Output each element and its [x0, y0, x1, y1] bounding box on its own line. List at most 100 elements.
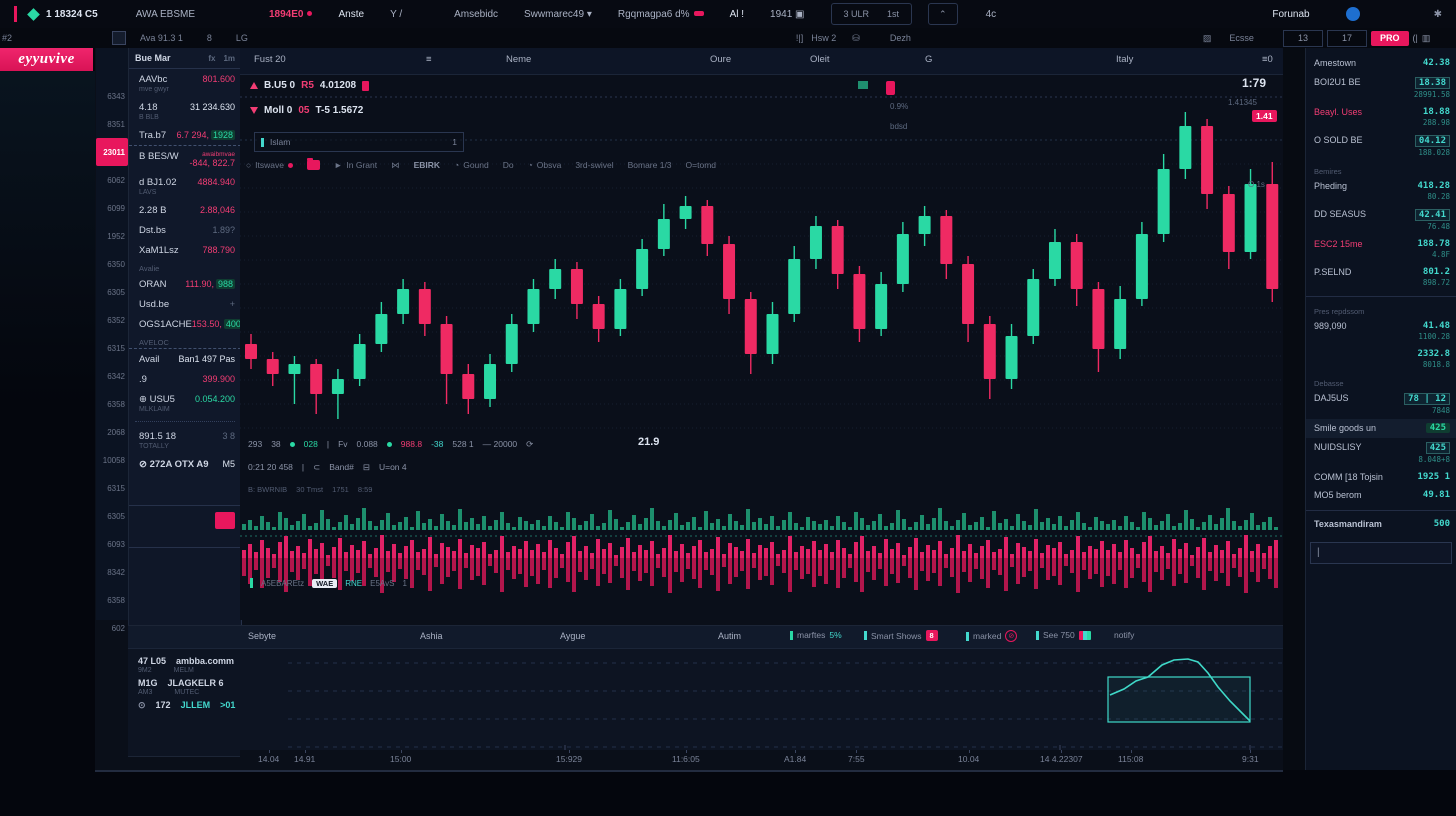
ladder-value[interactable]: 6305	[96, 502, 128, 530]
watchlist-row[interactable]: ORAN111.90,988	[129, 274, 241, 294]
sidebar-row[interactable]: 989,09041.481100.28	[1314, 317, 1450, 345]
watchlist-row[interactable]: B BES/Wawaibmvae-844, 822.7	[129, 145, 241, 172]
positions-tab[interactable]: Smart Shows8	[864, 630, 938, 641]
watchlist-row[interactable]: ⊘ 272A OTX A9M5	[129, 454, 241, 474]
chart-tool[interactable]: 3rd-swivel	[575, 160, 613, 170]
sidebar-input[interactable]: |	[1310, 542, 1452, 564]
hist-label[interactable]: Hsw 2	[811, 33, 836, 43]
bracket-icon[interactable]: (|	[1413, 33, 1418, 43]
ladder-value[interactable]: 6093	[96, 530, 128, 558]
ladder-value[interactable]: 6342	[96, 362, 128, 390]
indicator-legend-2[interactable]: 0:21 20 458|⊂Band#⊟U=on 4	[248, 459, 407, 475]
sidebar-row[interactable]: BOI2U1 BE18.3828991.58	[1314, 73, 1450, 103]
menu-item-3[interactable]: Amsebidc	[454, 9, 498, 20]
sidebar-row[interactable]: P.SELND801.2898.72	[1314, 263, 1450, 291]
equity-chart[interactable]	[288, 649, 1283, 752]
watchlist-row[interactable]: 891.5 18TOTALLY3 8	[129, 426, 241, 454]
ladder-value[interactable]: 6315	[96, 474, 128, 502]
ladder-value[interactable]: 8351	[96, 110, 128, 138]
search-box[interactable]: 3 ULR1st	[831, 3, 913, 25]
watchlist-row[interactable]: Dst.bs1.89?	[129, 220, 241, 240]
chart-header-item[interactable]: Oleit	[810, 54, 830, 65]
sidebar-row[interactable]: MO5 berom49.81	[1314, 486, 1450, 505]
chart-header-item[interactable]: G	[925, 54, 932, 65]
watchlist-row[interactable]: d BJ1.02LAVS4884.940	[129, 172, 241, 200]
user-menu[interactable]: Forunab	[1272, 9, 1309, 20]
buy-row[interactable]: B.U5 0 R5 4.01208	[250, 80, 369, 91]
disk-icon[interactable]: ⛁	[852, 33, 860, 44]
ladder-value[interactable]: 6315	[96, 334, 128, 362]
watchlist-row[interactable]: OGS1ACHE153.50,400	[129, 314, 241, 334]
brand-logo[interactable]: eyyuvive	[0, 48, 93, 71]
watchlist-filter-fx[interactable]: fx	[208, 54, 215, 63]
layout-icon[interactable]: ▥	[1422, 33, 1431, 44]
watchlist-row[interactable]: 4.18B BLB31 234.630	[129, 97, 241, 125]
ladder-value[interactable]: 6062	[96, 166, 128, 194]
hist-icon[interactable]: !|]	[796, 33, 803, 43]
chart-tool[interactable]: EBIRK	[414, 160, 440, 170]
sell-button[interactable]	[215, 512, 235, 529]
sidebar-row[interactable]: O SOLD BE04.12188.028	[1314, 131, 1450, 161]
sidebar-row[interactable]: NUIDSLISY4258.048+8	[1314, 438, 1450, 468]
positions-tab[interactable]: marftes5%	[790, 630, 842, 640]
ladder-value[interactable]: 10058	[96, 446, 128, 474]
menu-item-7[interactable]: 1941 ▣	[770, 9, 804, 20]
chart-tool[interactable]: ◔Gound	[454, 160, 489, 170]
ladder-value[interactable]: 6358	[96, 586, 128, 614]
menu-item-5[interactable]: Rgqmagpa6 d%	[618, 9, 704, 20]
ladder-value[interactable]: 6352	[96, 306, 128, 334]
chart-header-item[interactable]: Italy	[1116, 54, 1133, 65]
ladder-value[interactable]: 6350	[96, 250, 128, 278]
positions-tab[interactable]: notify	[1114, 630, 1134, 640]
watchlist-row[interactable]: Tra.b76.7 294,1928	[129, 125, 241, 145]
positions-tab[interactable]: marked⊘	[966, 630, 1017, 642]
chart-header-item[interactable]: ≡	[426, 54, 432, 65]
menu-item-2[interactable]: Y /	[390, 9, 402, 20]
ladder-value[interactable]: 6358	[96, 390, 128, 418]
sidebar-row[interactable]: 2332.88018.8	[1314, 345, 1450, 373]
sidebar-row[interactable]: COMM [18 Tojsin1925 1	[1314, 468, 1450, 487]
chart-tool[interactable]: O=tomd	[686, 160, 716, 170]
globe-icon[interactable]	[1346, 7, 1360, 21]
sidebar-row[interactable]: Amestown42.38	[1314, 54, 1450, 73]
sidebar-row[interactable]: Texasmandiram500	[1314, 515, 1450, 534]
chart-header-item[interactable]: ≡0	[1262, 54, 1273, 65]
sidebar-row[interactable]: Pheding418.2880.28	[1314, 177, 1450, 205]
indicator-legend-1[interactable]: 29338028|Fv0.088988.8-38528 1— 20000⟳	[248, 436, 1268, 452]
watchlist-row[interactable]: AAVbcmve gwyr801.600	[129, 69, 241, 97]
sidebar-row[interactable]: DAJ5US78 | 127848	[1314, 389, 1450, 419]
chart-header-item[interactable]: Fust 20	[254, 54, 286, 65]
watchlist-row[interactable]: XaM1Lsz788.790	[129, 240, 241, 260]
sell-row[interactable]: Moll 0 05 T-5 1.5672	[250, 105, 363, 116]
watchlist-row[interactable]: .9399.900	[129, 369, 241, 389]
chart-tool[interactable]: ►In Grant	[334, 160, 377, 170]
ladder-value[interactable]: 1952	[96, 222, 128, 250]
watchlist-row[interactable]: AvailBan1 497 Pas	[129, 348, 241, 369]
chart-tool[interactable]: Bomare 1/3	[628, 160, 672, 170]
chart-tool[interactable]: ○Itswave	[246, 160, 293, 170]
tab-13[interactable]: 13	[1283, 30, 1323, 47]
ladder-value[interactable]: 6343	[96, 82, 128, 110]
star-icon[interactable]: ✱	[1434, 9, 1442, 20]
price-ladder[interactable]: 6343835123011606260991952635063056352631…	[96, 48, 128, 620]
sidebar-row[interactable]: Smile goods un425	[1306, 419, 1456, 438]
grid-icon[interactable]	[112, 31, 126, 45]
volume-input[interactable]: Islam 1	[254, 132, 464, 152]
tab-17[interactable]: 17	[1327, 30, 1367, 47]
chart-tool[interactable]: ◔Obsva	[528, 160, 562, 170]
pro-button[interactable]: PRO	[1371, 31, 1409, 46]
ladder-value[interactable]: 602	[96, 614, 128, 642]
chart-tool[interactable]: Do	[503, 160, 514, 170]
chart-header-item[interactable]: Oure	[710, 54, 731, 65]
alert-value[interactable]: 1894E0	[269, 9, 312, 20]
ladder-value[interactable]: 6099	[96, 194, 128, 222]
ladder-value[interactable]: 8342	[96, 558, 128, 586]
sidebar-row[interactable]: Beayl. Uses18.88288.98	[1314, 103, 1450, 131]
menu-item-1[interactable]: Anste	[338, 9, 364, 20]
watchlist-filter-1m[interactable]: 1m	[223, 54, 235, 63]
chart-tool[interactable]	[307, 160, 320, 170]
watchlist-row[interactable]: 2.28 B2.88,046	[129, 200, 241, 220]
chart-header-item[interactable]: Neme	[506, 54, 531, 65]
sidebar-row[interactable]: ESC2 15me188.784.8F	[1314, 235, 1450, 263]
sidebar-row[interactable]: DD SEASUS42.4176.48	[1314, 205, 1450, 235]
